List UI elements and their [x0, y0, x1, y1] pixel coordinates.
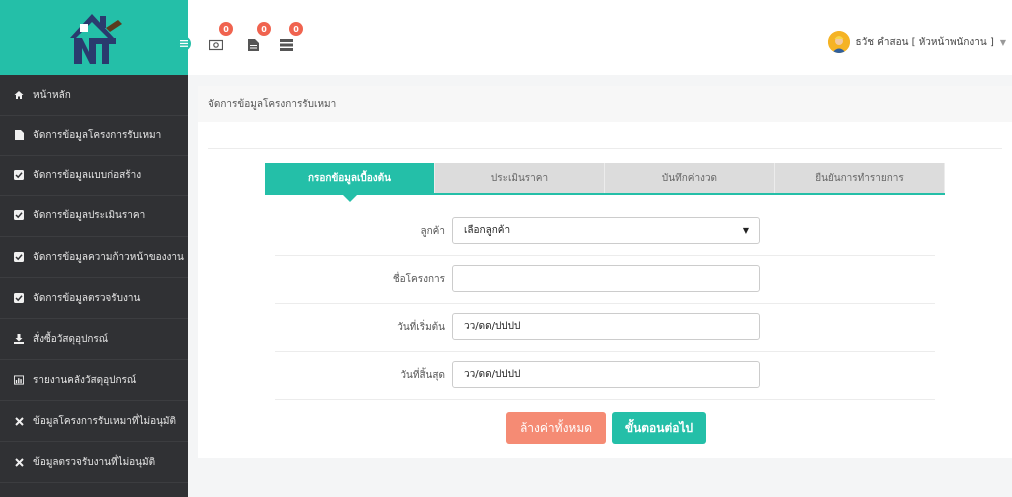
clear-all-button[interactable]: ล้างค่าทั้งหมด [506, 412, 606, 444]
form-card: กรอกข้อมูลเบื้องต้น ประเมินราคา บันทึกค่… [198, 122, 1012, 458]
document-icon[interactable] [248, 36, 262, 51]
sidebar-item-label: จัดการข้อมูลประเมินราคา [33, 209, 146, 221]
sidebar-item-progress[interactable]: จัดการข้อมูลความก้าวหน้าของงาน [0, 237, 188, 277]
project-row: ชื่อโครงการ [275, 258, 935, 304]
end-date-label: วันที่สิ้นสุด [400, 370, 445, 381]
sidebar-item-order-materials[interactable]: สั่งซื้อวัสดุอุปกรณ์ [0, 319, 188, 359]
sidebar-item-label: จัดการข้อมูลตรวจรับงาน [33, 292, 141, 304]
start-date-row: วันที่เริ่มต้น วว/ดด/ปปปป [275, 306, 935, 352]
x-icon [14, 457, 24, 467]
hamburger-icon [179, 40, 188, 47]
top-bar: 0 0 0 ธวัช คำสอน [ หัวหน้าพนักงาน ] ▼ [188, 0, 1012, 75]
customer-select[interactable]: เลือกลูกค้า ▼ [452, 217, 760, 244]
download-icon [14, 334, 24, 344]
sidebar: หน้าหลัก จัดการข้อมูลโครงการรับเหมา จัดก… [0, 0, 188, 497]
sidebar-item-label: ข้อมูลตรวจรับงานที่ไม่อนุมัติ [33, 456, 156, 468]
start-date-label: วันที่เริ่มต้น [397, 322, 445, 333]
sidebar-item-construction[interactable]: จัดการข้อมูลแบบก่อสร้าง [0, 155, 188, 195]
tab-estimate[interactable]: ประเมินราคา [435, 163, 605, 193]
menu-toggle-button[interactable] [176, 36, 191, 51]
sidebar-item-inspection[interactable]: จัดการข้อมูลตรวจรับงาน [0, 278, 188, 318]
sidebar-item-label: ข้อมูลโครงการรับเหมาที่ไม่อนุมัติ [33, 415, 176, 427]
project-name-input[interactable] [452, 265, 760, 292]
sidebar-item-estimate[interactable]: จัดการข้อมูลประเมินราคา [0, 195, 188, 235]
start-date-input[interactable]: วว/ดด/ปปปป [452, 313, 760, 340]
sidebar-item-rejected-projects[interactable]: ข้อมูลโครงการรับเหมาที่ไม่อนุมัติ [0, 401, 188, 441]
home-icon [14, 90, 24, 100]
checkbox-icon [14, 252, 24, 262]
sidebar-item-rejected-inspections[interactable]: ข้อมูลตรวจรับงานที่ไม่อนุมัติ [0, 442, 188, 482]
sidebar-item-label: หน้าหลัก [33, 89, 71, 101]
file-icon [14, 130, 24, 140]
tab-basic-info[interactable]: กรอกข้อมูลเบื้องต้น [265, 163, 435, 202]
sidebar-item-label: จัดการข้อมูลความก้าวหน้าของงาน [33, 251, 184, 263]
project-label: ชื่อโครงการ [392, 274, 445, 285]
sidebar-item-projects[interactable]: จัดการข้อมูลโครงการรับเหมา [0, 115, 188, 155]
breadcrumb-text: จัดการข้อมูลโครงการรับเหมา [208, 98, 337, 110]
notification-badge: 0 [257, 22, 271, 36]
end-date-row: วันที่สิ้นสุด วว/ดด/ปปปป [275, 354, 935, 400]
chevron-down-icon: ▼ [742, 226, 749, 235]
x-icon [14, 416, 24, 426]
divider [0, 482, 188, 483]
wizard-tabs: กรอกข้อมูลเบื้องต้น ประเมินราคา บันทึกค่… [265, 163, 945, 202]
sidebar-item-label: จัดการข้อมูลแบบก่อสร้าง [33, 169, 142, 181]
chevron-down-icon: ▼ [999, 37, 1006, 47]
checkbox-icon [14, 293, 24, 303]
sidebar-item-label: สั่งซื้อวัสดุอุปกรณ์ [33, 333, 109, 345]
sidebar-item-label: รายงานคลังวัสดุอุปกรณ์ [33, 374, 137, 386]
avatar [827, 31, 850, 53]
next-step-button[interactable]: ขั้นตอนต่อไป [612, 412, 706, 444]
notification-badge: 0 [219, 22, 233, 36]
list-icon[interactable] [280, 36, 294, 51]
logo-house-icon [70, 14, 122, 64]
checkbox-icon [14, 210, 24, 220]
logo[interactable] [0, 0, 188, 75]
breadcrumb: จัดการข้อมูลโครงการรับเหมา [198, 86, 1012, 122]
chart-icon [14, 375, 24, 385]
customer-row: ลูกค้า เลือกลูกค้า ▼ [275, 210, 935, 256]
tab-installments[interactable]: บันทึกค่างวด [605, 163, 775, 193]
sidebar-item-home[interactable]: หน้าหลัก [0, 75, 188, 115]
tab-confirm[interactable]: ยืนยันการทำรายการ [775, 163, 945, 193]
notification-badge: 0 [289, 22, 303, 36]
sidebar-item-inventory-report[interactable]: รายงานคลังวัสดุอุปกรณ์ [0, 360, 188, 400]
customer-select-value: เลือกลูกค้า [464, 225, 511, 236]
customer-label: ลูกค้า [420, 226, 446, 237]
checkbox-icon [14, 170, 24, 180]
user-name: ธวัช คำสอน [ หัวหน้าพนักงาน ] [855, 36, 994, 48]
money-icon[interactable] [208, 36, 224, 51]
divider [208, 148, 1002, 149]
sidebar-item-label: จัดการข้อมูลโครงการรับเหมา [33, 129, 162, 141]
user-menu[interactable]: ธวัช คำสอน [ หัวหน้าพนักงาน ] ▼ [827, 31, 1006, 53]
end-date-input[interactable]: วว/ดด/ปปปป [452, 361, 760, 388]
